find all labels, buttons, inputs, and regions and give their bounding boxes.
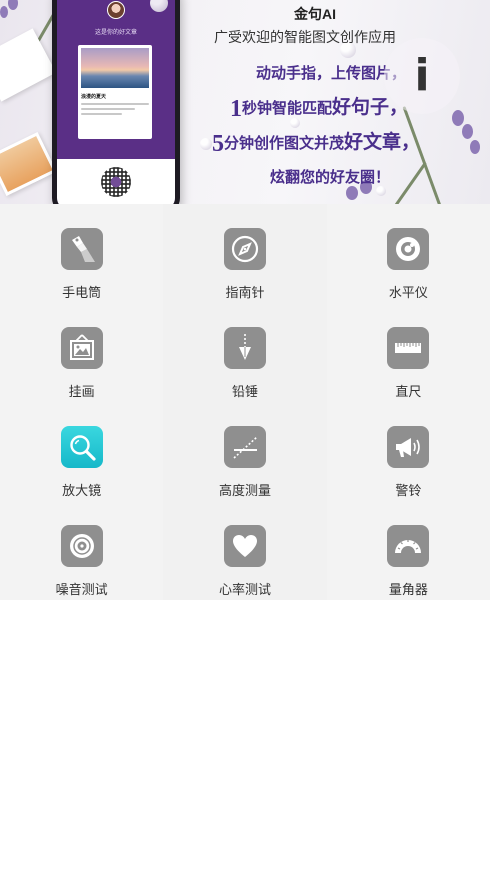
tool-label: 警铃 [395,483,422,498]
phone-bottom-area [57,159,175,204]
tool-picture-hanging[interactable]: 挂画 [0,303,163,402]
tool-heart-rate[interactable]: 心率测试 [163,501,327,600]
qr-code-icon [101,167,131,197]
banner-app-title: 金句AI [294,6,336,22]
text-line-placeholder [81,108,136,110]
lavender-decoration [462,124,473,139]
noise-test-icon [60,525,103,567]
level-icon [387,228,430,270]
promo-banner[interactable]: 这是你的好文章 浪漫的夏天 金句AI 广受欢迎的智能图文创作应用 动动手指，上传… [0,0,490,204]
tool-ruler[interactable]: 直尺 [327,303,490,402]
banner-slogan-line2: 1秒钟智能匹配好句子， [230,92,408,123]
height-measure-icon [223,426,266,468]
tool-label: 直尺 [395,384,422,399]
protractor-icon [387,525,430,567]
lavender-decoration [346,186,358,200]
info-icon: i [414,50,430,101]
slogan-number: 1 [230,96,242,122]
banner-slogan-line3: 5分钟创作图文并茂好文章， [212,127,420,158]
tool-label: 水平仪 [388,285,428,300]
tools-grid: 手电筒 指南针 水平仪 挂画 铅锤 直尺 放大镜 高度测量 警铃 噪音测试 心率… [0,204,490,600]
phone-card-title: 浪漫的夏天 [81,94,107,100]
text-line-placeholder [81,113,122,115]
tool-label: 噪音测试 [55,582,108,597]
compass-icon [223,228,266,270]
tool-label: 铅锤 [231,384,258,399]
slogan-number: 5 [212,131,224,157]
tool-height-measure[interactable]: 高度测量 [163,402,327,501]
phone-mockup: 这是你的好文章 浪漫的夏天 [52,0,180,204]
plumb-bob-icon [223,327,266,369]
tool-label: 手电筒 [62,285,102,300]
tool-label: 量角器 [388,582,428,597]
slogan-text: 秒钟智能匹配 [242,101,333,117]
tool-magnifier[interactable]: 放大镜 [0,402,163,501]
tool-alarm[interactable]: 警铃 [327,402,490,501]
bubble-decoration [376,186,386,196]
phone-header-text: 这是你的好文章 [94,30,137,36]
tool-protractor[interactable]: 量角器 [327,501,490,600]
tool-level[interactable]: 水平仪 [327,204,490,303]
phone-article-card: 浪漫的夏天 [78,45,152,139]
banner-slogan-line4: 炫翻您的好友圈！ [270,170,391,186]
lavender-decoration [8,0,18,10]
tool-compass[interactable]: 指南针 [163,204,327,303]
bubble-decoration [200,138,212,150]
lavender-decoration [452,110,464,126]
decorative-card [0,28,57,102]
tool-label: 指南针 [225,285,265,300]
info-button[interactable]: i [384,38,460,114]
lavender-decoration [384,161,427,204]
avatar [107,1,125,19]
slogan-accent: 好文章， [344,132,421,153]
heart-rate-icon [223,525,266,567]
ruler-icon [387,327,430,369]
slogan-text: 分钟创作图文并茂 [224,136,345,152]
decorative-photo [0,131,57,197]
lavender-decoration [0,6,8,18]
banner-subtitle: 广受欢迎的智能图文创作应用 [214,29,396,45]
flashlight-icon [60,228,103,270]
picture-hanging-icon [60,327,103,369]
alarm-megaphone-icon [387,426,430,468]
tool-plumb-bob[interactable]: 铅锤 [163,303,327,402]
sunset-photo [81,48,149,88]
tool-label: 放大镜 [62,483,102,498]
tool-label: 高度测量 [218,483,271,498]
tool-label: 心率测试 [218,582,271,597]
phone-screen: 这是你的好文章 浪漫的夏天 [57,0,175,204]
tool-noise-test[interactable]: 噪音测试 [0,501,163,600]
lavender-decoration [470,140,480,154]
text-line-placeholder [81,103,149,105]
tool-label: 挂画 [68,384,95,399]
magnifier-icon [60,426,103,468]
tool-flashlight[interactable]: 手电筒 [0,204,163,303]
